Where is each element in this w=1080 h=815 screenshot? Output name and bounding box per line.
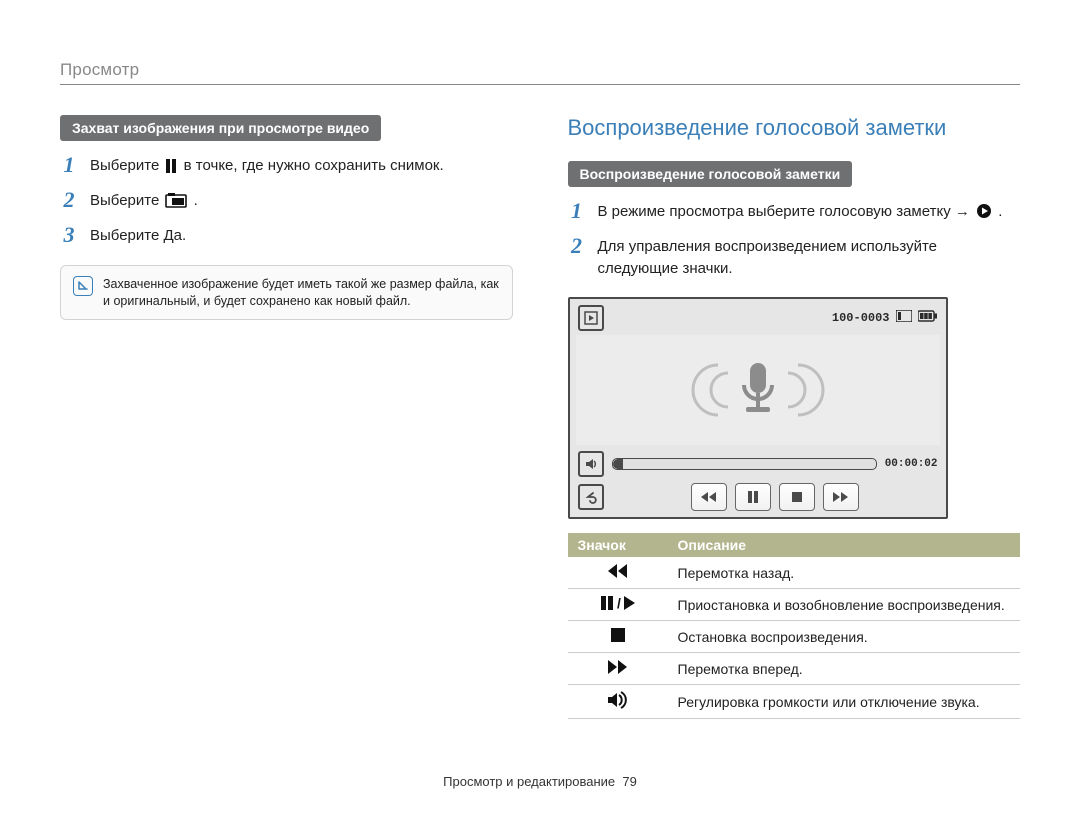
section-title: Просмотр <box>60 60 1020 80</box>
table-row: / Приостановка и возобновление воспроизв… <box>568 589 1021 621</box>
svg-text:/: / <box>617 595 621 611</box>
table-row: Перемотка назад. <box>568 557 1021 589</box>
player-mode-icon <box>578 305 604 331</box>
section-divider <box>60 84 1020 85</box>
table-header-icon: Значок <box>568 533 668 557</box>
info-note: Захваченное изображение будет иметь тако… <box>60 265 513 321</box>
right-column: Воспроизведение голосовой заметки Воспро… <box>568 115 1021 719</box>
step-body: Выберите . <box>90 188 513 215</box>
pause-play-icon: / <box>568 589 668 621</box>
memory-icon <box>896 310 912 326</box>
step-number: 2 <box>568 234 586 258</box>
voice-memo-player: 100-0003 <box>568 297 948 519</box>
info-icon <box>73 276 93 296</box>
footer-chapter: Просмотр и редактирование <box>443 774 615 789</box>
player-status: 100-0003 <box>832 310 938 326</box>
play-circle-icon <box>976 203 992 226</box>
table-row: Остановка воспроизведения. <box>568 621 1021 653</box>
step-body: Выберите Да. <box>90 223 513 247</box>
right-step-header: Воспроизведение голосовой заметки <box>568 161 853 187</box>
player-rewind-button[interactable] <box>691 483 727 511</box>
step-number: 3 <box>60 223 78 247</box>
table-desc: Остановка воспроизведения. <box>668 621 1021 653</box>
table-desc: Приостановка и возобновление воспроизвед… <box>668 589 1021 621</box>
volume-icon <box>568 685 668 719</box>
player-forward-button[interactable] <box>823 483 859 511</box>
player-stop-button[interactable] <box>779 483 815 511</box>
icon-legend-table: Значок Описание Перемотка назад. <box>568 533 1021 719</box>
info-note-text: Захваченное изображение будет иметь тако… <box>103 276 500 310</box>
table-row: Регулировка громкости или отключение зву… <box>568 685 1021 719</box>
footer-page: 79 <box>622 774 636 789</box>
player-time: 00:00:02 <box>885 458 938 470</box>
pause-icon <box>165 158 177 180</box>
forward-icon <box>568 653 668 685</box>
capture-icon <box>165 192 187 215</box>
page-footer: Просмотр и редактирование 79 <box>0 774 1080 789</box>
player-visual <box>576 335 940 445</box>
player-progress-bar[interactable] <box>612 458 877 470</box>
player-volume-button[interactable] <box>578 451 604 477</box>
step-number: 1 <box>568 199 586 223</box>
table-desc: Перемотка назад. <box>668 557 1021 589</box>
step-body: В режиме просмотра выберите голосовую за… <box>598 199 1021 226</box>
table-desc: Перемотка вперед. <box>668 653 1021 685</box>
left-column: Захват изображения при просмотре видео 1… <box>60 115 513 719</box>
table-header-desc: Описание <box>668 533 1021 557</box>
left-step-header: Захват изображения при просмотре видео <box>60 115 381 141</box>
table-desc: Регулировка громкости или отключение зву… <box>668 685 1021 719</box>
step-body: Выберите в точке, где нужно сохранить сн… <box>90 153 513 180</box>
step-number: 2 <box>60 188 78 212</box>
step-body: Для управления воспроизведением использу… <box>598 234 1021 280</box>
step-number: 1 <box>60 153 78 177</box>
battery-icon <box>918 310 938 326</box>
player-file-counter: 100-0003 <box>832 311 890 325</box>
player-pause-button[interactable] <box>735 483 771 511</box>
rewind-icon <box>568 557 668 589</box>
right-title: Воспроизведение голосовой заметки <box>568 115 1021 141</box>
left-steps: 1 Выберите в точке, где нужно сохранить … <box>60 153 513 247</box>
player-back-button[interactable] <box>578 484 604 510</box>
right-steps: 1 В режиме просмотра выберите голосовую … <box>568 199 1021 279</box>
stop-icon <box>568 621 668 653</box>
table-row: Перемотка вперед. <box>568 653 1021 685</box>
